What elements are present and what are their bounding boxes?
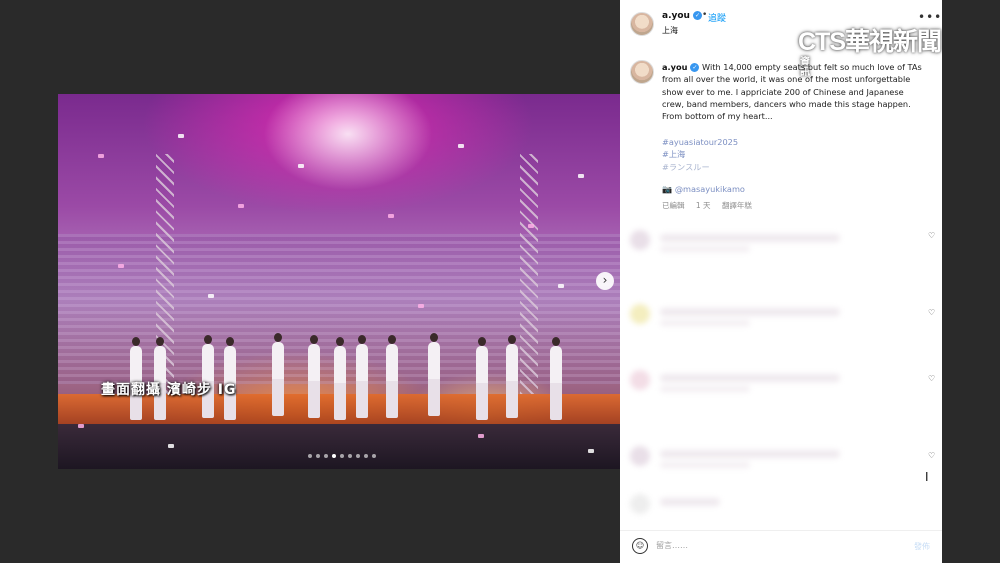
comment-row	[630, 492, 930, 520]
confetti	[78, 424, 84, 428]
carousel-dot	[356, 454, 360, 458]
avatar[interactable]	[630, 12, 654, 36]
post-comment-button[interactable]: 發佈	[914, 541, 930, 552]
comment-row	[630, 444, 930, 472]
performer	[334, 337, 346, 420]
confetti	[238, 204, 244, 208]
performer	[272, 333, 284, 416]
hashtag-link[interactable]: #上海	[662, 148, 738, 160]
location-link[interactable]: 上海	[662, 25, 678, 36]
credit-link[interactable]: @masayukikamo	[675, 184, 745, 194]
post-text: With 14,000 empty seats but felt so much…	[662, 62, 922, 122]
confetti	[98, 154, 104, 158]
post-meta: 已編輯 1 天 翻譯年糕	[662, 200, 761, 211]
confetti	[388, 214, 394, 218]
confetti	[168, 444, 174, 448]
performer	[308, 335, 320, 418]
like-comment-icon[interactable]: ♡	[928, 231, 935, 240]
post-age: 1 天	[695, 201, 711, 210]
verified-badge-icon: ✓	[690, 63, 700, 72]
chevron-right-icon: ›	[602, 273, 608, 287]
carousel-dot	[372, 454, 376, 458]
confetti	[588, 449, 594, 453]
hashtag-list: #ayuasiatour2025 #上海 #ランスルー	[662, 136, 738, 173]
edited-label: 已編輯	[662, 201, 685, 210]
follow-button[interactable]: 追蹤	[708, 11, 726, 24]
confetti	[528, 224, 534, 228]
photo-credit: 📷 @masayukikamo	[662, 184, 745, 195]
confetti	[478, 434, 484, 438]
performer	[356, 335, 368, 418]
carousel-dot	[316, 454, 320, 458]
header-separator: •	[702, 10, 708, 20]
confetti	[118, 264, 124, 268]
confetti	[558, 284, 564, 288]
photo-caption: 畫面翻攝 濱崎步 IG	[101, 382, 237, 398]
performer	[428, 333, 440, 416]
confetti	[418, 304, 424, 308]
hashtag-link[interactable]: #ランスルー	[662, 161, 738, 173]
like-comment-icon[interactable]: ♡	[928, 374, 935, 383]
post-side-panel: a.you ✓ • 追蹤 上海 ••• CTS華視新聞資訊 a.you ✓ With…	[620, 0, 942, 563]
post-photo: 畫面翻攝 濱崎步 IG ›	[58, 94, 620, 469]
stage-floor	[58, 424, 620, 469]
carousel-dot	[340, 454, 344, 458]
header-username[interactable]: a.you ✓	[662, 11, 702, 21]
comment-row	[630, 368, 930, 396]
carousel-next-button[interactable]: ›	[596, 272, 614, 290]
carousel-dot-active	[332, 454, 336, 458]
confetti	[208, 294, 214, 298]
post-username[interactable]: a.you	[662, 62, 687, 72]
confetti	[458, 144, 464, 148]
performer	[550, 337, 562, 420]
comment-input[interactable]: 留言……	[656, 540, 688, 551]
confetti	[298, 164, 304, 168]
carousel-dot	[308, 454, 312, 458]
carousel-dot	[364, 454, 368, 458]
verified-badge-icon: ✓	[692, 11, 702, 20]
performer	[386, 335, 398, 418]
footer-divider	[620, 530, 942, 531]
post-caption: a.you ✓ With 14,000 empty seats but felt …	[662, 61, 927, 122]
comment-row	[630, 228, 930, 256]
carousel-dot	[324, 454, 328, 458]
confetti	[178, 134, 184, 138]
mouse-cursor-icon: I	[925, 470, 929, 484]
carousel-dot	[348, 454, 352, 458]
carousel-dots	[308, 454, 376, 458]
comment-row	[630, 302, 930, 330]
confetti	[578, 174, 584, 178]
performer	[506, 335, 518, 418]
smile-icon[interactable]: ☺	[632, 538, 648, 554]
performer	[476, 337, 488, 420]
like-comment-icon[interactable]: ♡	[928, 451, 935, 460]
stage-truss-right	[520, 154, 538, 394]
like-comment-icon[interactable]: ♡	[928, 308, 935, 317]
translate-link[interactable]: 翻譯年糕	[722, 201, 752, 210]
camera-icon: 📷	[662, 184, 673, 194]
hashtag-link[interactable]: #ayuasiatour2025	[662, 136, 738, 148]
avatar[interactable]	[630, 60, 654, 84]
